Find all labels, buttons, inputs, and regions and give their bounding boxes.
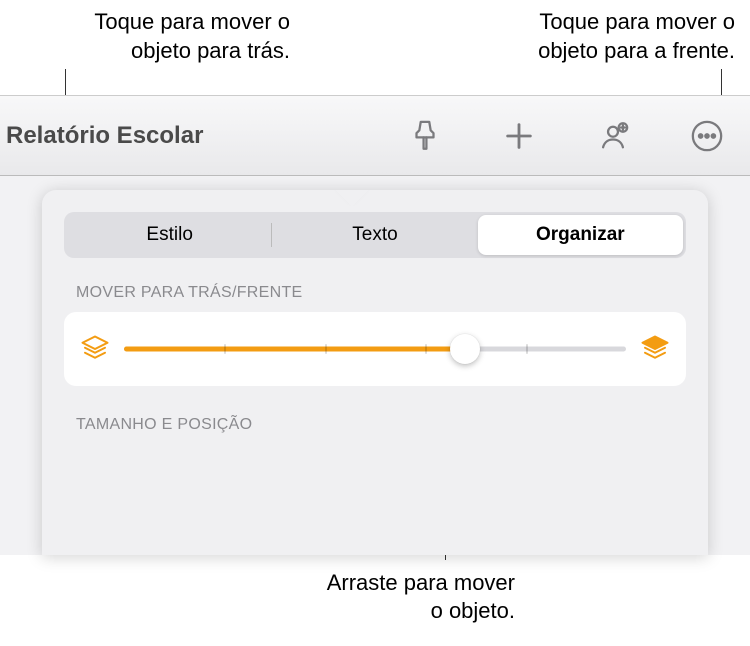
tab-style[interactable]: Estilo — [67, 215, 272, 255]
callout-front: Toque para mover o objeto para a frente. — [495, 8, 735, 65]
slider-tick — [224, 344, 226, 354]
add-icon[interactable] — [502, 119, 536, 153]
app-frame: Relatório Escolar — [0, 95, 750, 555]
slider-tick — [325, 344, 327, 354]
tab-bar: Estilo Texto Organizar — [64, 212, 686, 258]
layer-slider-row — [64, 312, 686, 386]
callout-back: Toque para mover o objeto para trás. — [50, 8, 290, 65]
document-title[interactable]: Relatório Escolar — [6, 122, 203, 150]
slider-track-fill — [124, 347, 465, 352]
format-brush-icon[interactable] — [408, 119, 442, 153]
move-forward-icon[interactable] — [638, 332, 672, 366]
collaborate-icon[interactable] — [596, 119, 630, 153]
panel-arrow — [335, 190, 369, 207]
layer-slider[interactable] — [124, 335, 626, 363]
tab-text[interactable]: Texto — [272, 215, 477, 255]
section-move-back-front: MOVER PARA TRÁS/FRENTE — [76, 284, 674, 302]
tab-arrange[interactable]: Organizar — [478, 215, 683, 255]
toolbar-icons — [408, 119, 736, 153]
format-panel: Estilo Texto Organizar MOVER PARA TRÁS/F… — [42, 190, 708, 555]
move-backward-icon[interactable] — [78, 332, 112, 366]
more-icon[interactable] — [690, 119, 724, 153]
slider-thumb[interactable] — [450, 334, 480, 364]
slider-tick — [526, 344, 528, 354]
callout-drag: Arraste para mover o objeto. — [315, 569, 515, 626]
section-size-position: TAMANHO E POSIÇÃO — [76, 416, 674, 434]
toolbar: Relatório Escolar — [0, 96, 750, 176]
slider-tick — [425, 344, 427, 354]
